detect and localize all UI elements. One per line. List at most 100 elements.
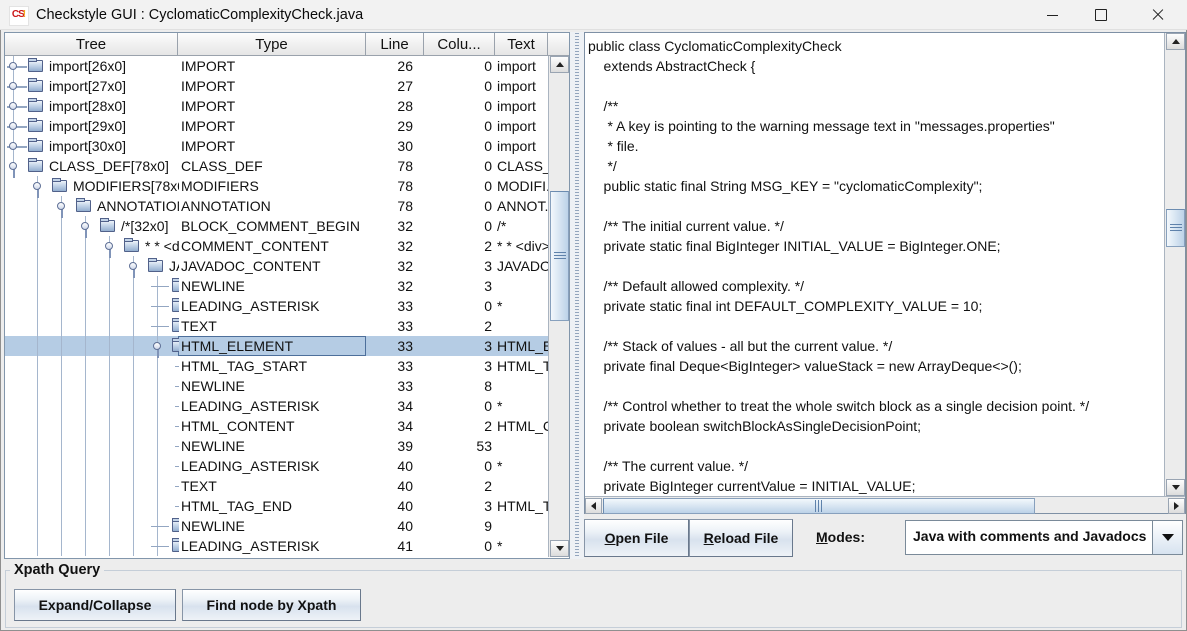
column-header-line[interactable]: Line: [366, 33, 424, 56]
tree-table-row-block_comment_begin[interactable]: BLOCK_COMMENT_BEGIN320/*: [5, 216, 569, 236]
column-header-type[interactable]: Type: [178, 33, 366, 56]
cell-line: 34: [366, 396, 424, 416]
tree-table-row-leading_asterisk[interactable]: LEADING_ASTERISK410*: [5, 536, 569, 556]
cell-line: 29: [366, 116, 424, 136]
cell-line: 33: [366, 376, 424, 396]
tree-table-row-html_tag_end[interactable]: HTML_TAG_END403HTML_T...: [5, 496, 569, 516]
cell-col: 0: [424, 176, 495, 196]
tree-table-row-annotation[interactable]: ANNOTATION780ANNOT...: [5, 196, 569, 216]
tree-table-row-class_def[interactable]: CLASS_DEF780CLASS_...: [5, 156, 569, 176]
arrow-up-icon: [1172, 39, 1180, 44]
cell-col: 0: [424, 456, 495, 476]
tree-table-row-leading_asterisk[interactable]: LEADING_ASTERISK400*: [5, 456, 569, 476]
cell-tree: [5, 196, 178, 216]
cell-line: 78: [366, 196, 424, 216]
cell-text: /*: [495, 216, 548, 236]
column-header-text[interactable]: Text: [495, 33, 548, 56]
open-file-button[interactable]: Open File: [584, 519, 689, 557]
expand-collapse-button[interactable]: Expand/Collapse: [14, 589, 176, 621]
cell-col: 8: [424, 376, 495, 396]
cell-tree: [5, 256, 178, 276]
close-button[interactable]: [1135, 0, 1181, 30]
scroll-up-button[interactable]: [550, 56, 569, 73]
tree-table-row-html_tag_start[interactable]: HTML_TAG_START333HTML_T...: [5, 356, 569, 376]
modes-label: Modes:: [816, 529, 865, 545]
cell-line: 26: [366, 56, 424, 76]
tree-vscroll-thumb[interactable]: [550, 191, 569, 321]
ast-tree-table: TreeTypeLineColu...Text IMPORT260importI…: [4, 32, 570, 559]
tree-table-row-comment_content[interactable]: COMMENT_CONTENT322* * <div>...: [5, 236, 569, 256]
maximize-button[interactable]: [1078, 0, 1124, 30]
cell-line: 41: [366, 536, 424, 556]
scroll-down-button[interactable]: [1166, 479, 1185, 496]
minimize-button[interactable]: [1029, 0, 1075, 30]
cell-tree: [5, 216, 178, 236]
cell-line: 33: [366, 316, 424, 336]
tree-table-row-newline[interactable]: NEWLINE323: [5, 276, 569, 296]
tree-table-row-import[interactable]: IMPORT270import: [5, 76, 569, 96]
cell-col: 2: [424, 416, 495, 436]
tree-table-row-import[interactable]: IMPORT290import: [5, 116, 569, 136]
cell-type: HTML_TAG_END: [178, 496, 366, 516]
window-title: Checkstyle GUI : CyclomaticComplexityChe…: [36, 0, 363, 30]
cell-tree: [5, 116, 178, 136]
cell-text: [495, 476, 548, 496]
column-header-tree[interactable]: Tree: [5, 33, 178, 56]
cell-col: 53: [424, 436, 495, 456]
cell-text: *: [495, 396, 548, 416]
cell-text: HTML_C...: [495, 416, 548, 436]
tree-table-row-import[interactable]: IMPORT260import: [5, 56, 569, 76]
split-pane-divider[interactable]: [570, 32, 584, 559]
cell-line: 28: [366, 96, 424, 116]
cell-line: 78: [366, 156, 424, 176]
cell-type: NEWLINE: [178, 516, 366, 536]
minimize-icon: [1047, 15, 1058, 16]
cell-type: CLASS_DEF: [178, 156, 366, 176]
cell-col: 0: [424, 116, 495, 136]
cell-col: 0: [424, 396, 495, 416]
tree-table-row-javadoc_content[interactable]: JAVADOC_CONTENT323JAVADO...: [5, 256, 569, 276]
cell-text: *: [495, 456, 548, 476]
scroll-left-button[interactable]: [585, 498, 602, 514]
tree-table-row-leading_asterisk[interactable]: LEADING_ASTERISK340*: [5, 396, 569, 416]
tree-table-row-text[interactable]: TEXT402: [5, 476, 569, 496]
tree-table-row-html_element[interactable]: HTML_ELEMENT333HTML_E...: [5, 336, 569, 356]
tree-vertical-scrollbar[interactable]: [548, 56, 569, 557]
tree-table-row-newline[interactable]: NEWLINE3953: [5, 436, 569, 456]
parse-mode-combobox[interactable]: Java with comments and Javadocs: [905, 520, 1183, 555]
tree-table-row-modifiers[interactable]: MODIFIERS780MODIFI...: [5, 176, 569, 196]
tree-table-row-text[interactable]: TEXT332: [5, 316, 569, 336]
tree-table-row-leading_asterisk[interactable]: LEADING_ASTERISK330*: [5, 296, 569, 316]
tree-table-row-html_content[interactable]: HTML_CONTENT342HTML_C...: [5, 416, 569, 436]
cell-line: 40: [366, 476, 424, 496]
cell-text: [495, 376, 548, 396]
tree-table-row-import[interactable]: IMPORT300import: [5, 136, 569, 156]
cell-type: IMPORT: [178, 116, 366, 136]
cell-type: IMPORT: [178, 96, 366, 116]
source-code-pane: public class CyclomaticComplexityCheck e…: [584, 32, 1186, 514]
cell-col: 0: [424, 216, 495, 236]
code-vscroll-thumb[interactable]: [1166, 209, 1185, 247]
scroll-down-button[interactable]: [550, 540, 569, 557]
cell-col: 0: [424, 56, 495, 76]
source-code-text[interactable]: public class CyclomaticComplexityCheck e…: [585, 33, 1163, 495]
code-vertical-scrollbar[interactable]: [1164, 33, 1185, 496]
cell-col: 0: [424, 296, 495, 316]
title-bar[interactable]: CS! Checkstyle GUI : CyclomaticComplexit…: [0, 0, 1187, 30]
combobox-dropdown-button[interactable]: [1152, 521, 1182, 554]
code-horizontal-scrollbar[interactable]: [585, 496, 1185, 513]
reload-file-button[interactable]: Reload File: [689, 519, 793, 557]
cell-line: 40: [366, 456, 424, 476]
tree-table-row-newline[interactable]: NEWLINE409: [5, 516, 569, 536]
cell-text: ANNOT...: [495, 196, 548, 216]
tree-table-row-import[interactable]: IMPORT280import: [5, 96, 569, 116]
cell-col: 0: [424, 196, 495, 216]
cell-type: IMPORT: [178, 76, 366, 96]
cell-line: 32: [366, 216, 424, 236]
scroll-up-button[interactable]: [1166, 33, 1185, 50]
code-hscroll-thumb[interactable]: [603, 498, 1035, 514]
scroll-right-button[interactable]: [1168, 498, 1185, 514]
column-header-colu[interactable]: Colu...: [424, 33, 495, 56]
find-node-by-xpath-button[interactable]: Find node by Xpath: [182, 589, 361, 621]
tree-table-row-newline[interactable]: NEWLINE338: [5, 376, 569, 396]
